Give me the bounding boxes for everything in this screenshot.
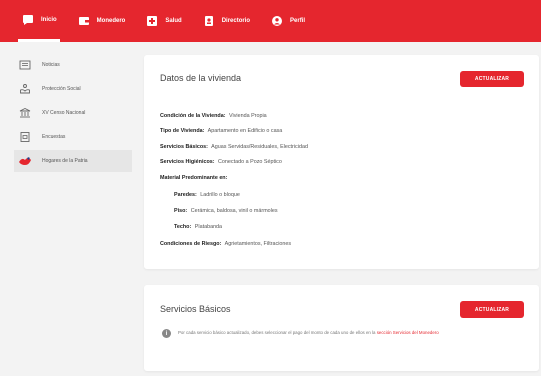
paredes-row: Paredes: Ladrillo o bloque [174, 192, 240, 198]
survey-icon [18, 130, 32, 144]
topnav-label: Inicio [41, 16, 57, 23]
topnav-label: Salud [165, 18, 182, 24]
riesgo-label: Condiciones de Riesgo: [160, 241, 222, 247]
riesgo-row: Condiciones de Riesgo: Agrietamientos, F… [160, 241, 291, 247]
paredes-label: Paredes: [174, 192, 197, 198]
tipo-row: Tipo de Vivienda: Apartamento en Edifici… [160, 128, 282, 134]
hogares-logo-icon [18, 154, 32, 168]
servicios-card: Servicios Básicos ACTUALIZAR i Por cada … [144, 285, 539, 371]
top-navigation-bar: Inicio Monedero Salud Directorio Perfil [0, 0, 541, 42]
servicios-higienicos-label: Servicios Higiénicos: [160, 159, 215, 165]
tipo-label: Tipo de Vivienda: [160, 128, 205, 134]
servicios-basicos-value: Aguas Servidas/Residuales, Electricidad [211, 144, 308, 150]
sidebar-item-label: Encuestas [42, 134, 66, 140]
monedero-link[interactable]: sección Servicios del Monedero [377, 330, 439, 335]
piso-label: Piso: [174, 208, 188, 214]
topnav-directorio[interactable]: Directorio [199, 0, 253, 42]
topnav-label: Directorio [221, 18, 251, 24]
sidebar-item-censo[interactable]: XV Censo Nacional [14, 102, 132, 124]
material-label: Material Predominante en: [160, 175, 228, 181]
topnav-perfil[interactable]: Perfil [267, 0, 308, 42]
wallet-icon [77, 14, 91, 28]
paredes-value: Ladrillo o bloque [200, 192, 240, 198]
sidebar-item-label: XV Censo Nacional [42, 110, 86, 116]
topnav-monedero[interactable]: Monedero [74, 0, 129, 42]
hand-heart-icon [18, 82, 32, 96]
sidebar-item-hogares[interactable]: Hogares de la Patria [14, 150, 132, 172]
piso-value: Cerámica, baldosa, vinil o mármoles [190, 208, 278, 214]
chat-bubble-icon [21, 13, 35, 27]
sidebar-item-encuestas[interactable]: Encuestas [14, 126, 132, 148]
servicios-update-button[interactable]: ACTUALIZAR [460, 301, 524, 318]
user-icon [270, 14, 284, 28]
sidebar-item-label: Noticias [42, 62, 60, 68]
condicion-value: Vivienda Propia [229, 113, 267, 119]
servicios-higienicos-row: Servicios Higiénicos: Conectado a Pozo S… [160, 159, 282, 165]
sidebar-item-label: Protección Social [42, 86, 81, 92]
vivienda-update-button[interactable]: ACTUALIZAR [460, 71, 524, 87]
sidebar-item-proteccion-social[interactable]: Protección Social [14, 78, 132, 100]
info-message: Por cada servicio básico actualizado, de… [178, 330, 376, 335]
topnav-label: Perfil [290, 18, 306, 24]
tipo-value: Apartamento en Edificio o casa [207, 128, 283, 134]
techo-row: Techo: Platabanda [174, 224, 222, 230]
piso-row: Piso: Cerámica, baldosa, vinil o mármole… [174, 208, 278, 214]
contact-book-icon [202, 14, 216, 28]
servicios-basicos-label: Servicios Básicos: [160, 144, 208, 150]
newspaper-icon [18, 58, 32, 72]
topnav-label: Monedero [96, 18, 126, 24]
techo-value: Platabanda [194, 224, 223, 230]
techo-label: Techo: [174, 224, 192, 230]
servicios-info: i Por cada servicio básico actualizado, … [162, 329, 508, 338]
medical-cross-icon [145, 14, 159, 28]
servicios-higienicos-value: Conectado a Pozo Séptico [218, 159, 282, 165]
sidebar-item-label: Hogares de la Patria [42, 158, 88, 164]
servicios-title: Servicios Básicos [160, 304, 231, 314]
topnav-salud[interactable]: Salud [142, 0, 184, 42]
info-text: Por cada servicio básico actualizado, de… [178, 329, 508, 338]
building-icon [18, 106, 32, 120]
condicion-label: Condición de la Vivienda: [160, 113, 226, 119]
vivienda-card: Datos de la vivienda ACTUALIZAR Condició… [144, 55, 539, 269]
info-icon: i [162, 329, 171, 338]
topnav-inicio[interactable]: Inicio [18, 0, 60, 42]
sidebar: Noticias Protección Social XV Censo Naci… [14, 54, 132, 174]
condicion-row: Condición de la Vivienda: Vivienda Propi… [160, 113, 267, 119]
sidebar-item-noticias[interactable]: Noticias [14, 54, 132, 76]
riesgo-value: Agrietamientos, Filtraciones [224, 241, 292, 247]
vivienda-title: Datos de la vivienda [160, 73, 242, 83]
material-row: Material Predominante en: [160, 175, 229, 181]
servicios-basicos-row: Servicios Básicos: Aguas Servidas/Residu… [160, 144, 308, 150]
